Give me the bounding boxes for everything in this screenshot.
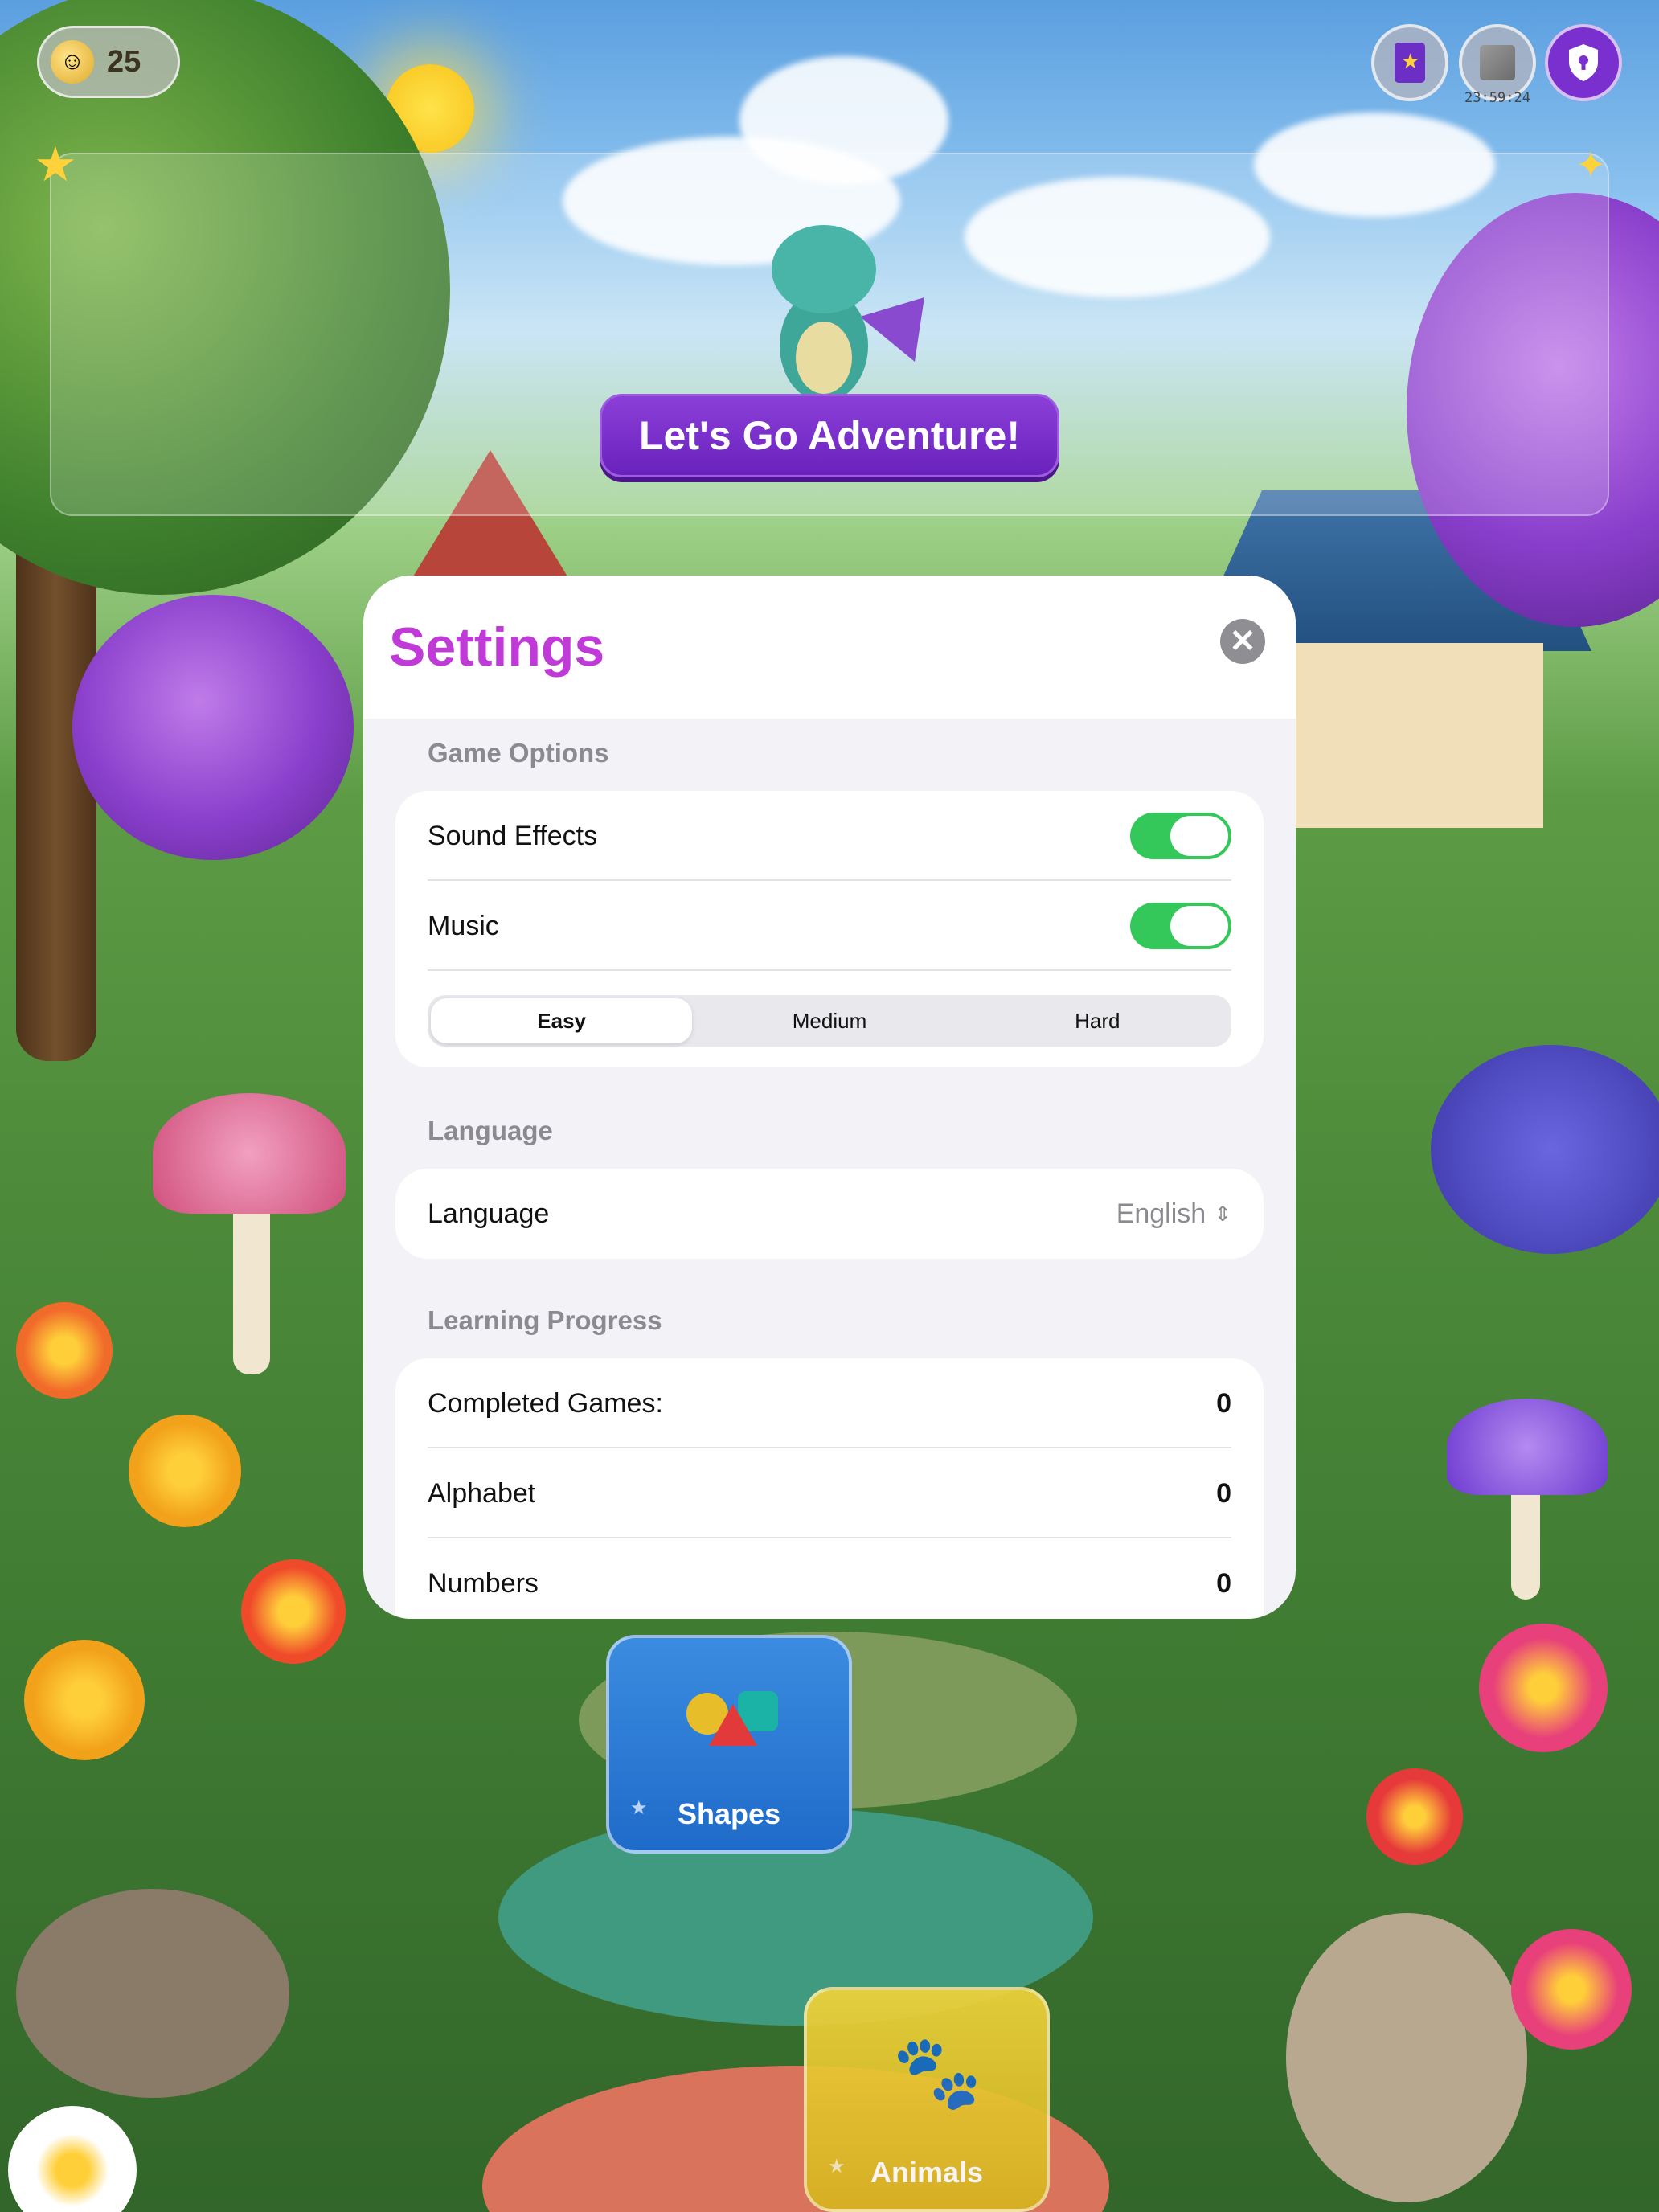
settings-panel: Settings ✕ Game Options Sound Effects Mu… xyxy=(363,576,1296,1619)
coin-icon: ☺ xyxy=(51,40,94,84)
game-options-card: Sound Effects Music Easy Medium Hard xyxy=(395,791,1264,1067)
chevron-up-down-icon: ⇕ xyxy=(1214,1201,1231,1226)
progress-label: Alphabet xyxy=(428,1477,536,1509)
mushroom xyxy=(1447,1399,1608,1495)
coin-counter[interactable]: ☺ 25 xyxy=(37,26,180,98)
language-value: English xyxy=(1116,1198,1206,1229)
section-language: Language xyxy=(428,1116,553,1145)
progress-row: Numbers 0 xyxy=(428,1538,1231,1619)
flower xyxy=(24,1640,145,1760)
daisy xyxy=(8,2106,137,2212)
difficulty-easy[interactable]: Easy xyxy=(431,998,693,1043)
learning-progress-card: Completed Games: 0 Alphabet 0 Numbers 0 xyxy=(395,1358,1264,1619)
section-learning-progress: Learning Progress xyxy=(428,1305,662,1335)
section-game-options: Game Options xyxy=(428,738,609,768)
mystery-box-icon xyxy=(1480,45,1515,80)
flower xyxy=(129,1415,241,1527)
progress-value: 0 xyxy=(1216,1477,1231,1509)
difficulty-medium[interactable]: Medium xyxy=(698,998,960,1043)
music-toggle[interactable] xyxy=(1130,903,1231,949)
blue-flowers xyxy=(1431,1045,1659,1254)
progress-row: Alphabet 0 xyxy=(428,1448,1231,1538)
game-tile-label: Shapes xyxy=(677,1797,781,1830)
close-button[interactable]: ✕ xyxy=(1220,619,1265,664)
sparkle-icon: ✦ xyxy=(1575,144,1607,186)
language-card: Language English ⇕ xyxy=(395,1169,1264,1259)
lets-go-adventure-button[interactable]: Let's Go Adventure! xyxy=(600,394,1059,477)
sound-effects-row: Sound Effects xyxy=(428,791,1231,881)
sound-effects-toggle[interactable] xyxy=(1130,813,1231,859)
difficulty-hard[interactable]: Hard xyxy=(967,998,1228,1043)
paw-icon: 🐾 xyxy=(892,2033,983,2113)
mushroom xyxy=(153,1093,346,1214)
progress-label: Numbers xyxy=(428,1567,539,1599)
flower xyxy=(1479,1624,1608,1752)
progress-row: Completed Games: 0 xyxy=(428,1358,1231,1448)
mushroom xyxy=(1511,1479,1540,1600)
language-label: Language xyxy=(428,1198,550,1229)
game-tile-shapes[interactable]: ★ Shapes xyxy=(606,1635,852,1854)
progress-label: Completed Games: xyxy=(428,1387,663,1419)
language-row[interactable]: Language English ⇕ xyxy=(428,1169,1231,1259)
flower xyxy=(1511,1929,1632,2050)
star-icon: ★ xyxy=(34,137,77,191)
dragon-mascot xyxy=(739,217,924,410)
flower xyxy=(16,1302,113,1399)
sticker-book-button[interactable] xyxy=(1371,24,1448,101)
rock xyxy=(16,1889,289,2098)
settings-title: Settings xyxy=(389,616,605,678)
music-row: Music xyxy=(428,881,1231,971)
mystery-box-timer: 23:59:24 xyxy=(1464,90,1530,106)
divider xyxy=(428,969,1231,971)
music-label: Music xyxy=(428,910,499,941)
settings-header: Settings ✕ xyxy=(363,576,1296,719)
rock xyxy=(1286,1913,1527,2202)
parental-gate-button[interactable] xyxy=(1545,24,1622,101)
sticker-book-icon xyxy=(1395,43,1425,83)
flower xyxy=(241,1559,346,1664)
game-tile-animals[interactable]: 🐾 ★ Animals xyxy=(804,1987,1050,2212)
difficulty-segmented-control: Easy Medium Hard xyxy=(428,995,1231,1047)
coin-count: 25 xyxy=(107,44,141,79)
close-icon: ✕ xyxy=(1229,624,1256,659)
purple-tree xyxy=(72,595,354,860)
parental-shield-icon xyxy=(1569,44,1598,81)
progress-value: 0 xyxy=(1216,1567,1231,1599)
flower xyxy=(1366,1768,1463,1865)
progress-value: 0 xyxy=(1216,1387,1231,1419)
sound-effects-label: Sound Effects xyxy=(428,820,598,851)
game-tile-label: Animals xyxy=(870,2156,984,2189)
